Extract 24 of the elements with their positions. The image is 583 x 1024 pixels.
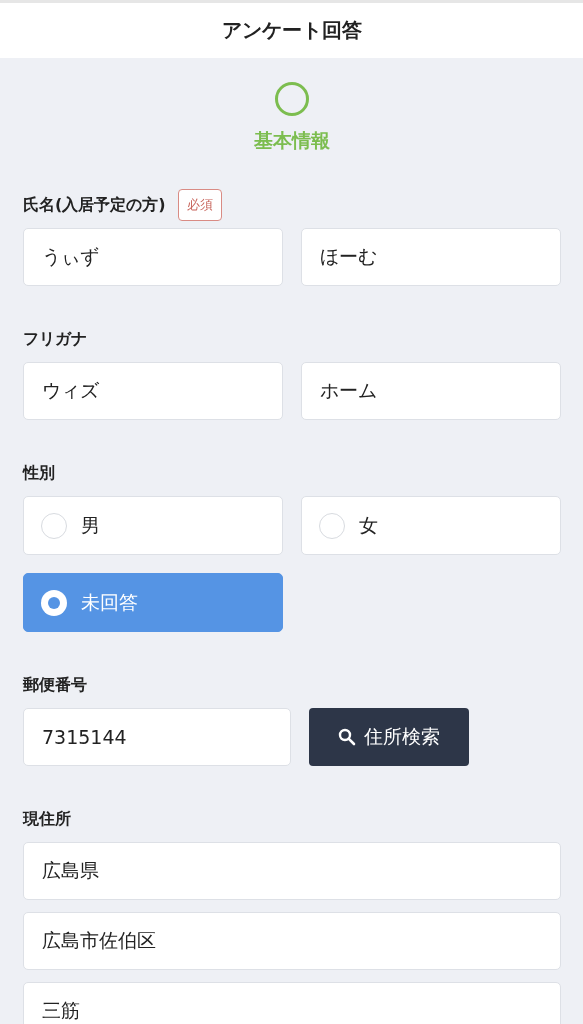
text-field[interactable]: ほーむ — [301, 228, 561, 286]
text-field[interactable]: ウィズ — [23, 362, 283, 420]
field-label: 郵便番号 — [23, 674, 87, 696]
text-field[interactable]: ホーム — [301, 362, 561, 420]
field-label: 氏名(入居予定の方) — [23, 194, 166, 216]
step-circle-icon — [275, 82, 309, 116]
radio-icon — [41, 512, 67, 539]
text-field[interactable]: うぃず — [23, 228, 283, 286]
required-badge: 必須 — [177, 189, 222, 221]
page-title: アンケート回答 — [221, 17, 362, 44]
radio-option[interactable]: 男 — [23, 496, 283, 555]
search-icon — [338, 728, 356, 746]
radio-icon — [41, 589, 67, 616]
address-field[interactable]: 広島県 — [23, 842, 561, 900]
postal-code-field[interactable]: 7315144 — [23, 708, 291, 766]
field-label: 性別 — [23, 462, 55, 484]
radio-icon — [319, 512, 345, 539]
address-field[interactable]: 三筋 — [23, 982, 561, 1024]
step-label: 基本情報 — [254, 128, 330, 153]
address-search-button[interactable]: 住所検索 — [309, 708, 469, 766]
field-label: 現住所 — [23, 808, 71, 830]
radio-option[interactable]: 女 — [301, 496, 561, 555]
address-field[interactable]: 広島市佐伯区 — [23, 912, 561, 970]
field-label: フリガナ — [23, 328, 87, 350]
